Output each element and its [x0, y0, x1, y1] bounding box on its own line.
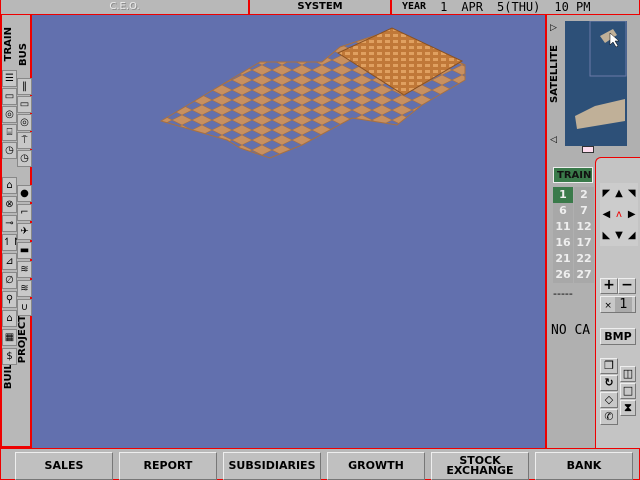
right-panel: SATELLITE ▷ ◁ TRAIN ----- NO CA ◤ ▲ ◥ ◀ ʌ ▶ …: [545, 15, 640, 448]
bmp-button[interactable]: BMP: [600, 328, 636, 345]
hourglass-icon[interactable]: ⧗: [620, 400, 636, 416]
bottom-menu-bar: SALES REPORT SUBSIDIARIES GROWTH STOCK EXCHA…: [0, 448, 640, 480]
calendar-day[interactable]: 6: [553, 203, 573, 219]
calendar-day[interactable]: 17: [574, 235, 594, 251]
zoom-in-button[interactable]: +: [600, 278, 618, 294]
project-tool-6[interactable]: ∪: [17, 299, 32, 316]
scroll-up-arrow-icon[interactable]: ▷: [550, 23, 557, 33]
train-tool-1[interactable]: ▭: [2, 88, 17, 105]
calendar-day[interactable]: 1: [553, 187, 573, 203]
train-tool-0[interactable]: ☰: [2, 70, 17, 87]
build-tool-2[interactable]: ⊸: [2, 215, 17, 232]
calendar-day[interactable]: 16: [553, 235, 573, 251]
arrow-nw-icon[interactable]: ◤: [600, 183, 613, 204]
calendar-day[interactable]: 26: [553, 267, 573, 283]
train-tool-3[interactable]: ⌸: [2, 124, 17, 141]
minimap-scroll-thumb[interactable]: [582, 146, 594, 153]
build-tool-5[interactable]: ∅: [2, 272, 17, 289]
control-subpanel: ◤ ▲ ◥ ◀ ʌ ▶ ◣ ▼ ◢ + − × 1 BMP ❐ ↻ ◇ ✆ ◫ □ ⧗: [595, 157, 640, 448]
city-map-view[interactable]: [32, 15, 545, 448]
calendar-day[interactable]: 11: [553, 219, 573, 235]
calendar-day[interactable]: 22: [574, 251, 594, 267]
calendar-day[interactable]: 7: [574, 203, 594, 219]
month: APR: [461, 0, 484, 14]
arrow-sw-icon[interactable]: ◣: [600, 225, 613, 246]
layer-icon[interactable]: ◇: [600, 392, 618, 408]
bus-tool-3[interactable]: ⍑: [17, 132, 32, 149]
system-menu[interactable]: SYSTEM: [249, 0, 391, 15]
project-tool-2[interactable]: ✈: [17, 223, 32, 240]
arrow-w-icon[interactable]: ◀: [600, 204, 613, 225]
project-tool-4[interactable]: ≋: [17, 261, 32, 278]
train-tool-2[interactable]: ◎: [2, 106, 17, 123]
menu-button-bank[interactable]: BANK: [535, 452, 633, 480]
tab-project[interactable]: PROJECT: [17, 315, 28, 363]
build-tool-0[interactable]: ⌂: [2, 177, 17, 194]
build-tool-6[interactable]: ⚲: [2, 291, 17, 308]
ceo-menu[interactable]: C.E.O.: [0, 0, 249, 15]
scroll-down-arrow-icon[interactable]: ◁: [550, 135, 557, 145]
build-tool-1[interactable]: ⊗: [2, 196, 17, 213]
tab-train[interactable]: TRAIN: [3, 27, 14, 61]
year: 1: [440, 0, 448, 14]
arrow-ne-icon[interactable]: ◥: [625, 183, 638, 204]
bus-tool-1[interactable]: ▭: [17, 96, 32, 113]
window-icon[interactable]: ❐: [600, 358, 618, 374]
train-tab[interactable]: TRAIN: [553, 167, 593, 183]
menu-button-sales[interactable]: SALES: [15, 452, 113, 480]
split-view-icon[interactable]: ◫: [620, 366, 636, 382]
single-view-icon[interactable]: □: [620, 383, 636, 399]
isometric-terrain: [159, 27, 466, 159]
phone-icon[interactable]: ✆: [600, 409, 618, 425]
calendar-day[interactable]: 2: [574, 187, 594, 203]
center-icon[interactable]: ʌ: [613, 204, 626, 225]
rotate-icon[interactable]: ↻: [600, 375, 618, 391]
calendar-day[interactable]: 21: [553, 251, 573, 267]
arrow-s-icon[interactable]: ▼: [613, 225, 626, 246]
zoom-out-button[interactable]: −: [618, 278, 636, 294]
build-tool-3[interactable]: ↿↾: [2, 234, 20, 251]
project-tool-5[interactable]: ≋: [17, 280, 32, 297]
scale-display: × 1: [600, 296, 636, 313]
build-tool-8[interactable]: ▦: [2, 329, 17, 346]
menu-button-subsidiaries[interactable]: SUBSIDIARIES: [223, 452, 321, 480]
arrow-n-icon[interactable]: ▲: [613, 183, 626, 204]
left-toolbar: TRAIN BUS BUILD PROJECT ☰ ▭ ◎ ⌸ ◷ ‖ ▭ ◎ ⍑ ◷ ⌂ ⊗ ⊸ ↿↾ ⊿…: [0, 15, 32, 448]
bus-tool-0[interactable]: ‖: [17, 78, 32, 95]
date-display: YEAR 1 APR 5(THU) 10 PM: [391, 0, 640, 15]
no-car-text: NO CA: [551, 323, 591, 338]
satellite-label: SATELLITE: [549, 45, 560, 103]
train-tool-4[interactable]: ◷: [2, 142, 17, 159]
satellite-minimap[interactable]: [565, 20, 627, 146]
menu-button-report[interactable]: REPORT: [119, 452, 217, 480]
bus-tool-2[interactable]: ◎: [17, 114, 32, 131]
calendar-day[interactable]: 12: [574, 219, 594, 235]
project-tool-0[interactable]: ●: [17, 185, 32, 202]
tab-bus[interactable]: BUS: [18, 43, 29, 66]
menu-button-growth[interactable]: GROWTH: [327, 452, 425, 480]
day: 5(THU): [497, 0, 541, 14]
time: 10 PM: [554, 0, 591, 14]
arrow-e-icon[interactable]: ▶: [625, 204, 638, 225]
build-tool-4[interactable]: ⊿: [2, 253, 17, 270]
direction-pad[interactable]: ◤ ▲ ◥ ◀ ʌ ▶ ◣ ▼ ◢: [600, 183, 638, 246]
top-bar: C.E.O. SYSTEM YEAR 1 APR 5(THU) 10 PM: [0, 0, 640, 15]
menu-button-stock-exchange[interactable]: STOCK EXCHANGE: [431, 452, 529, 480]
dashes: -----: [553, 287, 573, 300]
build-tool-9[interactable]: $: [2, 348, 17, 365]
bus-tool-4[interactable]: ◷: [17, 150, 32, 167]
project-tool-1[interactable]: ⌐: [17, 204, 32, 221]
arrow-se-icon[interactable]: ◢: [625, 225, 638, 246]
build-tool-7[interactable]: ⌂: [2, 310, 17, 327]
year-label: YEAR: [402, 1, 427, 12]
project-tool-3[interactable]: ▬: [17, 242, 32, 259]
calendar-day[interactable]: 27: [574, 267, 594, 283]
